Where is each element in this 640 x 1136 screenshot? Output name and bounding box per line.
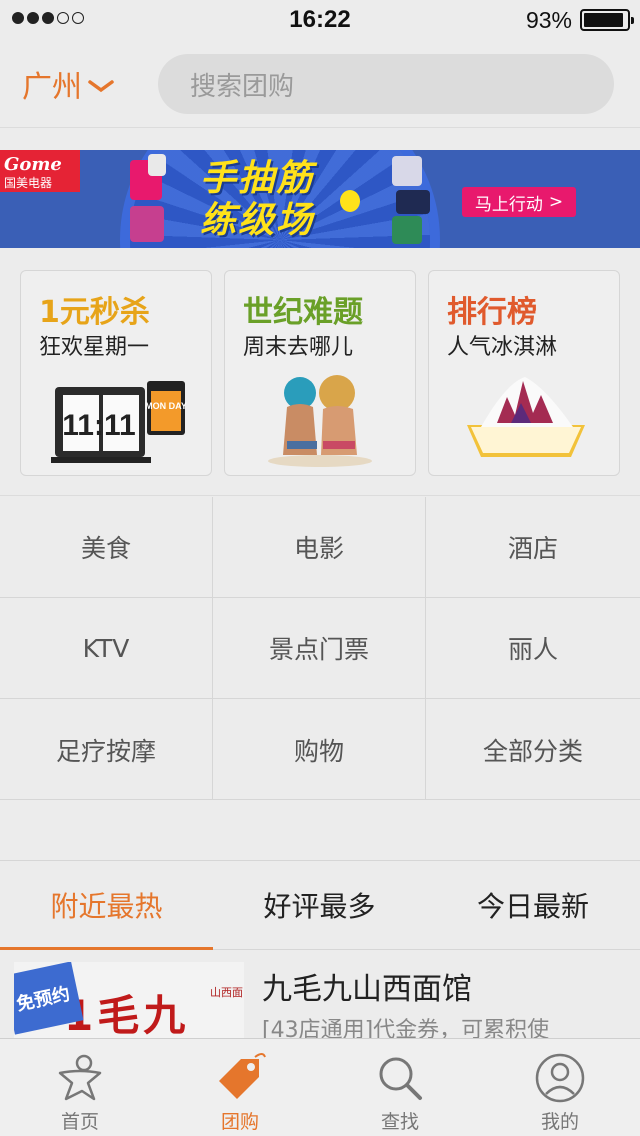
tab-newest[interactable]: 今日最新 bbox=[426, 861, 640, 949]
tabbar-label: 团购 bbox=[220, 1111, 259, 1133]
product-image bbox=[396, 190, 430, 214]
product-image bbox=[392, 156, 422, 186]
sort-tabs: 附近最热 好评最多 今日最新 bbox=[0, 860, 640, 950]
ice-cream-image bbox=[467, 377, 585, 457]
tabbar-label: 我的 bbox=[540, 1111, 579, 1133]
status-bar: 16:22 93% bbox=[0, 0, 640, 40]
home-person-icon bbox=[52, 1051, 108, 1105]
user-icon bbox=[532, 1051, 588, 1105]
promo-subtitle: 狂欢星期一 bbox=[39, 335, 150, 360]
chevron-right-icon: > bbox=[548, 192, 564, 212]
calendar-clock-icon: 11:11 MON DAY bbox=[51, 381, 187, 463]
category-all[interactable]: 全部分类 bbox=[426, 699, 640, 800]
couple-beach-image bbox=[268, 375, 372, 467]
tabbar-label: 首页 bbox=[60, 1111, 99, 1133]
svg-text:11:11: 11:11 bbox=[62, 409, 135, 442]
svg-text:MON DAY: MON DAY bbox=[145, 401, 187, 411]
deal-description: [43店通用]代金券，可累积使 bbox=[262, 1018, 550, 1038]
category-movie[interactable]: 电影 bbox=[213, 497, 426, 598]
banner-title: 手抽筋 练级场 bbox=[200, 158, 315, 241]
category-grid: 美食 电影 酒店 KTV 景点门票 丽人 足疗按摩 购物 全部分类 bbox=[0, 497, 640, 800]
promo-card-flash-sale[interactable]: 1元秒杀 狂欢星期一 11:11 MON DAY bbox=[20, 270, 212, 476]
tabbar-search[interactable]: 查找 bbox=[320, 1039, 480, 1136]
product-image bbox=[392, 216, 422, 244]
category-beauty[interactable]: 丽人 bbox=[426, 598, 640, 699]
category-hotel[interactable]: 酒店 bbox=[426, 497, 640, 598]
tabbar-label: 查找 bbox=[380, 1111, 419, 1133]
search-placeholder: 搜索团购 bbox=[190, 71, 295, 102]
deal-title: 九毛九山西面馆 bbox=[262, 972, 472, 1007]
deal-logo-small: 山西面 bbox=[210, 986, 243, 999]
promo-subtitle: 人气冰淇淋 bbox=[447, 335, 558, 360]
chevron-down-icon bbox=[88, 80, 114, 93]
bottle-image bbox=[148, 154, 166, 176]
tag-icon bbox=[212, 1051, 268, 1105]
city-label: 广州 bbox=[22, 70, 82, 105]
bottom-tab-bar: 首页 团购 查找 我的 bbox=[0, 1038, 640, 1136]
tab-top-rated[interactable]: 好评最多 bbox=[213, 861, 426, 949]
banner-cta-button[interactable]: 马上行动 > bbox=[462, 187, 576, 217]
tabbar-group-buy[interactable]: 团购 bbox=[160, 1039, 320, 1136]
battery-percent: 93% bbox=[525, 7, 572, 33]
promo-title: 排行榜 bbox=[447, 295, 537, 330]
category-massage[interactable]: 足疗按摩 bbox=[0, 699, 213, 800]
deal-logo-text: 1毛九 bbox=[64, 991, 190, 1038]
category-shopping[interactable]: 购物 bbox=[213, 699, 426, 800]
category-food[interactable]: 美食 bbox=[0, 497, 213, 598]
promo-subtitle: 周末去哪儿 bbox=[243, 335, 354, 360]
promo-card-ranking[interactable]: 排行榜 人气冰淇淋 bbox=[428, 270, 620, 476]
deal-list-item[interactable]: 1毛九 山西面 免预约 九毛九山西面馆 [43店通用]代金券，可累积使 bbox=[0, 950, 640, 1038]
promo-card-weekend[interactable]: 世纪难题 周末去哪儿 bbox=[224, 270, 416, 476]
bag-image bbox=[130, 206, 164, 242]
mouse-icon bbox=[340, 190, 360, 212]
category-tickets[interactable]: 景点门票 bbox=[213, 598, 426, 699]
promo-cards: 1元秒杀 狂欢星期一 11:11 MON DAY 世纪难题 周末去哪儿 排行榜 … bbox=[0, 248, 640, 496]
city-selector[interactable]: 广州 bbox=[22, 62, 114, 106]
promo-title: 世纪难题 bbox=[243, 295, 363, 330]
tabbar-mine[interactable]: 我的 bbox=[480, 1039, 640, 1136]
tab-nearby-hot[interactable]: 附近最热 bbox=[0, 861, 213, 950]
promo-title: 1元秒杀 bbox=[39, 295, 150, 330]
search-icon bbox=[372, 1051, 428, 1105]
category-ktv[interactable]: KTV bbox=[0, 598, 213, 699]
deal-thumbnail: 1毛九 山西面 免预约 bbox=[14, 962, 244, 1038]
search-input[interactable]: 搜索团购 bbox=[158, 54, 614, 114]
tabbar-home[interactable]: 首页 bbox=[0, 1039, 160, 1136]
gome-logo: Gome 国美电器 bbox=[0, 150, 80, 192]
battery-icon bbox=[580, 9, 634, 31]
header: 广州 搜索团购 bbox=[0, 40, 640, 128]
